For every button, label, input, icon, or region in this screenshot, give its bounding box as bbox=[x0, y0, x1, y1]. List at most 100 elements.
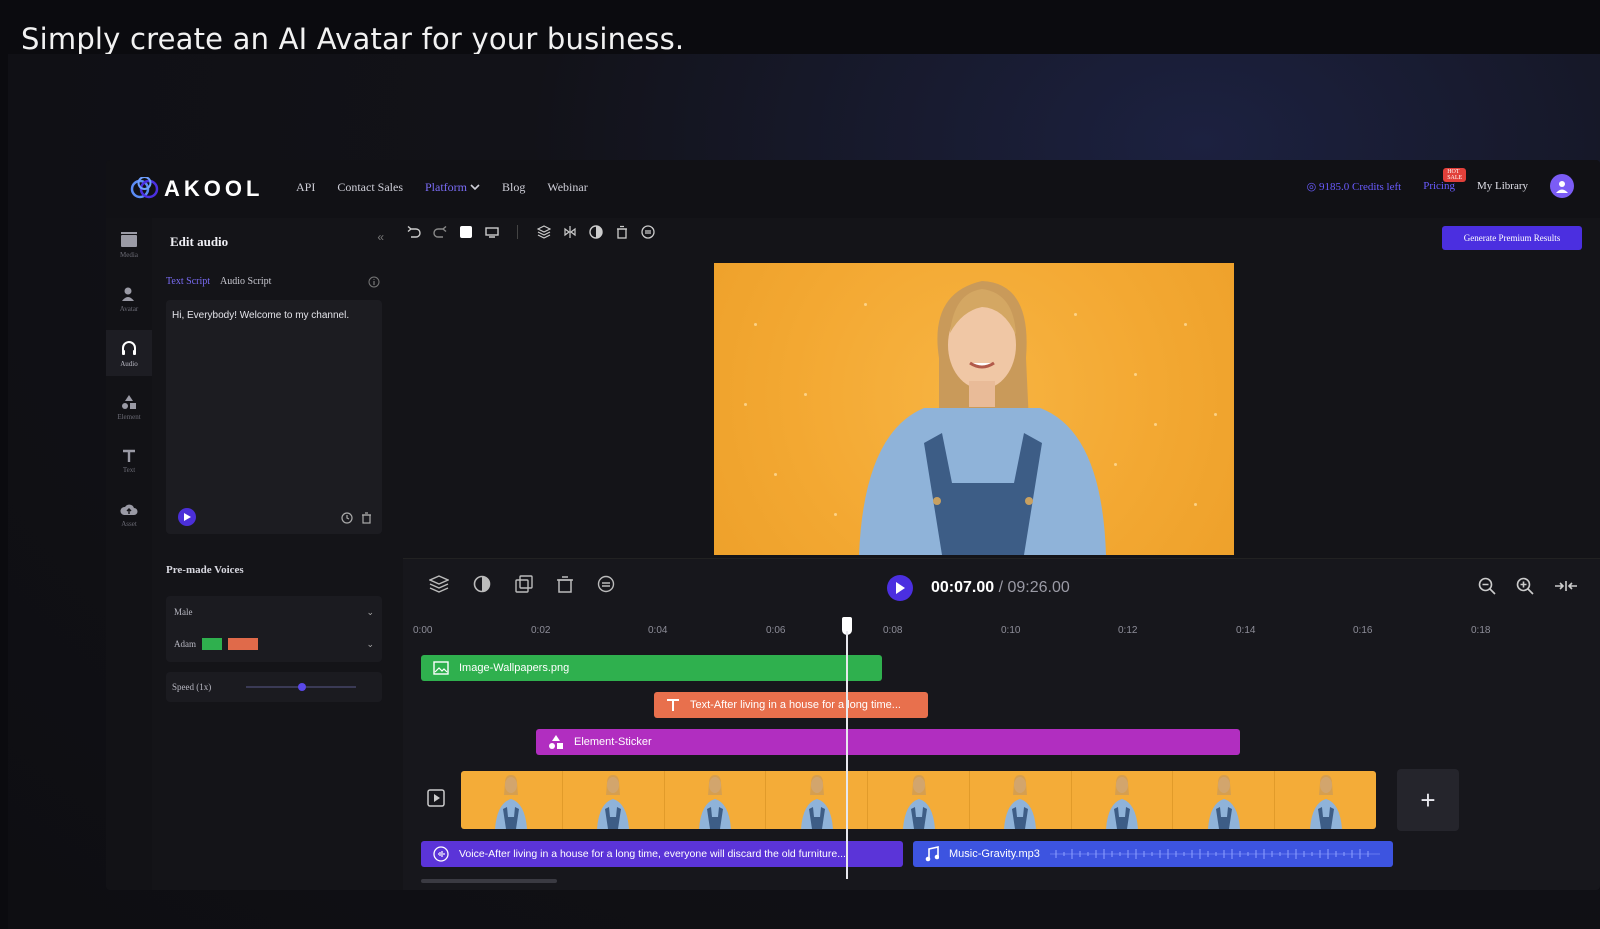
rail-item-audio[interactable]: Audio bbox=[106, 330, 152, 376]
add-track-button[interactable]: + bbox=[1397, 769, 1459, 831]
nav-right: ◎ 9185.0 Credits left HOT SALE Pricing M… bbox=[1307, 168, 1574, 198]
rail-label-media: Media bbox=[120, 250, 138, 259]
nav-link-platform[interactable]: Platform bbox=[425, 180, 480, 195]
nav-link-api[interactable]: API bbox=[296, 180, 315, 195]
replace-icon[interactable] bbox=[597, 575, 615, 593]
nav-link-webinar[interactable]: Webinar bbox=[547, 180, 587, 195]
timeline-play-button[interactable] bbox=[887, 575, 913, 601]
total-time: / 09:26.00 bbox=[994, 579, 1070, 596]
clip-voice-label: Voice-After living in a house for a long… bbox=[459, 848, 846, 860]
rail-item-text[interactable]: Text bbox=[106, 438, 152, 484]
timeline-panel: 00:07.00 / 09:26.00 0:00 0:02 0:04 0:06 … bbox=[403, 558, 1600, 890]
user-avatar-icon[interactable] bbox=[1550, 174, 1574, 198]
pricing-link[interactable]: HOT SALE Pricing bbox=[1423, 168, 1467, 192]
rail-item-asset[interactable]: Asset bbox=[106, 492, 152, 538]
tick-label: 0:12 bbox=[1118, 625, 1138, 636]
layers-icon[interactable] bbox=[536, 224, 552, 240]
voice-selector: Male ⌄ Adam ⌄ bbox=[166, 596, 382, 662]
gender-select[interactable]: Male ⌄ bbox=[174, 602, 374, 622]
clip-voice[interactable]: Voice-After living in a house for a long… bbox=[421, 841, 903, 867]
video-track-icon[interactable] bbox=[427, 789, 445, 807]
duplicate-icon[interactable] bbox=[515, 575, 533, 593]
rail-item-avatar[interactable]: Avatar bbox=[106, 276, 152, 322]
layers-icon[interactable] bbox=[429, 575, 449, 593]
tick-label: 0:08 bbox=[883, 625, 903, 636]
tab-audio-script[interactable]: Audio Script bbox=[220, 276, 271, 287]
undo-icon[interactable] bbox=[406, 224, 422, 240]
avatar-video-track[interactable] bbox=[461, 771, 1376, 829]
panel-title: Edit audio bbox=[170, 234, 229, 249]
rail-label-asset: Asset bbox=[121, 519, 137, 528]
tick-label: 0:14 bbox=[1236, 625, 1256, 636]
clip-image[interactable]: Image-Wallpapers.png bbox=[421, 655, 882, 681]
video-frame bbox=[1071, 771, 1174, 829]
tab-text-script[interactable]: Text Script bbox=[166, 276, 210, 287]
speed-slider-knob[interactable] bbox=[298, 683, 306, 691]
clip-element-label: Element-Sticker bbox=[574, 736, 652, 748]
timeline-scrollbar[interactable] bbox=[421, 879, 557, 883]
credits-indicator[interactable]: ◎ 9185.0 Credits left bbox=[1307, 180, 1402, 193]
clip-element[interactable]: Element-Sticker bbox=[536, 729, 1240, 755]
square-aspect-icon[interactable] bbox=[458, 224, 474, 240]
rail-label-audio: Audio bbox=[120, 359, 138, 368]
script-textarea[interactable]: Hi, Everybody! Welcome to my channel. bbox=[166, 300, 382, 534]
timecode: 00:07.00 / 09:26.00 bbox=[931, 579, 1070, 597]
time-ruler[interactable]: 0:00 0:02 0:04 0:06 0:08 0:10 0:12 0:14 … bbox=[413, 625, 1497, 639]
contrast-icon[interactable] bbox=[473, 575, 491, 593]
video-frame bbox=[868, 771, 970, 829]
left-tool-rail: Media Avatar Audio Element Text Asset bbox=[106, 218, 152, 890]
top-navigation: AKOOL API Contact Sales Platform Blog We… bbox=[106, 160, 1600, 218]
replace-icon[interactable] bbox=[640, 224, 656, 240]
video-frame bbox=[766, 771, 869, 829]
speed-slider[interactable] bbox=[246, 683, 356, 691]
generate-premium-button[interactable]: Generate Premium Results bbox=[1442, 226, 1582, 250]
video-frame bbox=[664, 771, 767, 829]
nav-link-blog[interactable]: Blog bbox=[502, 180, 525, 195]
clip-music[interactable]: Music-Gravity.mp3 bbox=[913, 841, 1393, 867]
nav-link-contact-sales[interactable]: Contact Sales bbox=[337, 180, 403, 195]
landscape-aspect-icon[interactable] bbox=[484, 224, 500, 240]
video-preview[interactable] bbox=[714, 263, 1234, 555]
trash-icon[interactable] bbox=[614, 224, 630, 240]
premade-voices-title: Pre-made Voices bbox=[166, 564, 244, 576]
nav-links: API Contact Sales Platform Blog Webinar bbox=[296, 180, 588, 195]
rail-item-element[interactable]: Element bbox=[106, 384, 152, 430]
my-library-link[interactable]: My Library bbox=[1477, 180, 1528, 192]
redo-icon[interactable] bbox=[432, 224, 448, 240]
video-frame bbox=[1275, 771, 1376, 829]
edit-audio-panel: Edit audio « Text Script Audio Script Hi… bbox=[156, 218, 392, 890]
hot-sale-badge: HOT SALE bbox=[1443, 168, 1467, 182]
trash-icon[interactable] bbox=[361, 512, 372, 524]
shapes-icon bbox=[122, 394, 136, 409]
divider bbox=[510, 224, 526, 240]
history-icon[interactable] bbox=[341, 512, 353, 524]
music-note-icon bbox=[925, 846, 939, 862]
video-frame bbox=[1173, 771, 1276, 829]
tick-label: 0:06 bbox=[766, 625, 786, 636]
tick-label: 0:02 bbox=[531, 625, 551, 636]
rail-item-media[interactable]: Media bbox=[106, 222, 152, 268]
trash-icon[interactable] bbox=[557, 575, 573, 593]
text-icon bbox=[123, 449, 135, 462]
media-icon bbox=[121, 231, 137, 247]
fit-timeline-icon[interactable] bbox=[1554, 577, 1578, 595]
flip-icon[interactable] bbox=[562, 224, 578, 240]
gender-value: Male bbox=[174, 607, 193, 617]
clip-music-label: Music-Gravity.mp3 bbox=[949, 848, 1040, 860]
avatar-icon bbox=[122, 287, 134, 301]
contrast-icon[interactable] bbox=[588, 224, 604, 240]
voice-select[interactable]: Adam ⌄ bbox=[174, 634, 374, 654]
tick-label: 0:10 bbox=[1001, 625, 1021, 636]
current-time: 00:07.00 bbox=[931, 579, 995, 596]
akool-logo[interactable]: AKOOL bbox=[130, 176, 263, 202]
info-icon[interactable] bbox=[368, 276, 380, 288]
chevron-down-icon bbox=[470, 184, 480, 191]
script-text: Hi, Everybody! Welcome to my channel. bbox=[172, 310, 350, 321]
collapse-panel-icon[interactable]: « bbox=[377, 230, 384, 244]
zoom-out-icon[interactable] bbox=[1478, 577, 1496, 595]
play-script-button[interactable] bbox=[178, 508, 196, 526]
image-icon bbox=[433, 661, 449, 675]
clip-text[interactable]: Text-After living in a house for a long … bbox=[654, 692, 928, 718]
zoom-in-icon[interactable] bbox=[1516, 577, 1534, 595]
canvas-toolbar bbox=[406, 224, 656, 240]
